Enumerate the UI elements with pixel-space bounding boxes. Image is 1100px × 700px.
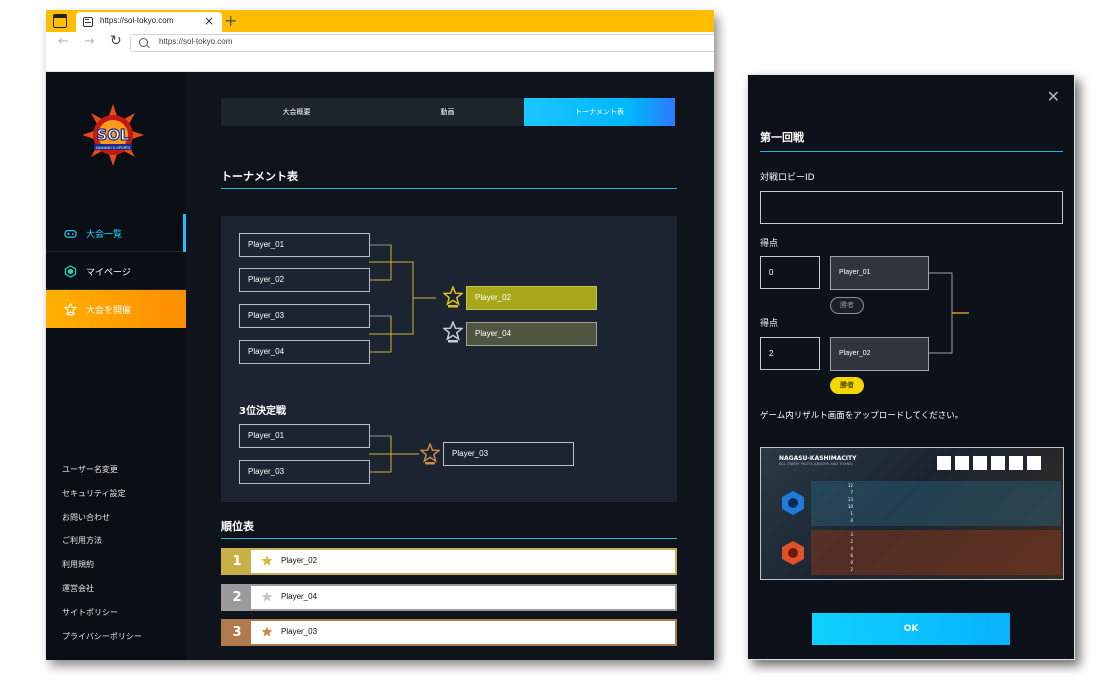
- third-place-title: 3位決定戦: [239, 406, 286, 417]
- page-viewport: SOL SAIKANO E-SPORTS 大会一覧 マイページ 大会を開催 ユー…: [46, 72, 714, 660]
- link-how-to-use[interactable]: ご利用方法: [62, 535, 142, 559]
- sidebar-item-label: 大会一覧: [86, 230, 123, 240]
- star-trophy-icon: [64, 303, 77, 316]
- match-player-slot: Player_01: [830, 256, 929, 290]
- bracket-slot: Player_02: [239, 268, 370, 292]
- score-input[interactable]: 2: [760, 337, 820, 370]
- new-tab-icon[interactable]: +: [224, 11, 237, 31]
- ranking-row-3: 3 Player_03: [221, 619, 677, 646]
- sidebar-item-label: 大会を開催: [86, 306, 132, 316]
- gold-trophy-icon: [443, 286, 463, 308]
- url-text[interactable]: https://sol-tokyo.com: [159, 37, 232, 46]
- tab-videos[interactable]: 動画: [372, 98, 523, 126]
- refresh-icon[interactable]: ↻: [110, 33, 122, 49]
- bracket-slot: Player_01: [239, 424, 370, 448]
- link-site-policy[interactable]: サイトポリシー: [62, 607, 142, 631]
- tab-bar: https://sol-tokyo.com × +: [46, 10, 714, 32]
- sidebar-item-label: マイページ: [86, 268, 131, 278]
- tab-bracket[interactable]: トーナメント表: [524, 98, 675, 126]
- winner-toggle[interactable]: 勝者: [830, 377, 864, 394]
- ranking-row-1: 1 Player_02: [221, 548, 677, 575]
- team-a-scores: 12 7 13 10 1 0: [847, 483, 853, 523]
- section-divider: [760, 151, 1063, 152]
- close-tab-icon[interactable]: ×: [204, 14, 214, 28]
- footer-links: ユーザー名変更 セキュリティ設定 お問い合わせ ご利用方法 利用規約 運営会社 …: [62, 464, 142, 654]
- link-terms[interactable]: 利用規約: [62, 559, 142, 583]
- gamepad-icon: [64, 230, 77, 238]
- address-toolbar: ← → ↻ https://sol-tokyo.com: [46, 32, 714, 72]
- link-privacy-policy[interactable]: プライバシーポリシー: [62, 631, 142, 655]
- tournament-tabs: 大会概要 動画 トーナメント表: [221, 98, 675, 126]
- match-result-modal: ✕ 第一回戦 対戦ロビーID 得点 0 Player_01 勝者 得点 2 Pl…: [747, 74, 1075, 660]
- score-label: 得点: [760, 319, 779, 329]
- rank-number: 1: [223, 550, 251, 573]
- bracket-slot: Player_03: [239, 304, 370, 328]
- bracket-slot: Player_01: [239, 233, 370, 257]
- bracket-section-title: トーナメント表: [221, 170, 298, 183]
- rank-player-name: Player_02: [281, 556, 318, 565]
- browser-tab[interactable]: https://sol-tokyo.com ×: [76, 12, 222, 32]
- sidebar-item-tournaments[interactable]: 大会一覧: [46, 214, 186, 252]
- lobby-id-input[interactable]: [760, 191, 1063, 224]
- rank-player-name: Player_03: [281, 627, 318, 636]
- bronze-trophy-icon: [261, 626, 273, 637]
- link-change-username[interactable]: ユーザー名変更: [62, 464, 142, 488]
- forward-icon[interactable]: →: [84, 34, 95, 49]
- bracket-panel: Player_01 Player_02 Player_03 Player_04 …: [221, 216, 677, 502]
- section-divider: [221, 188, 677, 189]
- third-place-winner-slot: Player_03: [443, 442, 574, 466]
- sidebar-menu: 大会一覧 マイページ 大会を開催: [46, 214, 186, 328]
- search-icon: [139, 38, 148, 47]
- final-winner-slot: Player_02: [466, 286, 597, 310]
- team-b-scores: 3 2 4 6 0 2: [850, 532, 853, 572]
- screenshot-subtitle: KILL ENEMY PILOTS (DEATHS AND TITANS): [779, 462, 853, 466]
- sidebar: SOL SAIKANO E-SPORTS 大会一覧 マイページ 大会を開催 ユー…: [46, 72, 186, 660]
- rank-number: 3: [223, 621, 251, 644]
- score-label: 得点: [760, 239, 779, 249]
- screenshot-map-name: NAGASU-KASHIMACITY: [779, 455, 857, 462]
- bracket-slot: Player_04: [239, 340, 370, 364]
- tab-overview[interactable]: 大会概要: [221, 98, 372, 126]
- link-contact[interactable]: お問い合わせ: [62, 512, 142, 536]
- window-menu-icon[interactable]: [53, 14, 67, 28]
- team-a-emblem-icon: [782, 491, 804, 515]
- page-favicon-icon: [83, 17, 93, 27]
- back-icon[interactable]: ←: [58, 34, 69, 49]
- ranking-row-2: 2 Player_04: [221, 584, 677, 611]
- svg-text:SAIKANO E-SPORTS: SAIKANO E-SPORTS: [96, 146, 132, 150]
- modal-title: 第一回戦: [760, 131, 804, 144]
- final-runnerup-slot: Player_04: [466, 322, 597, 346]
- rank-player-name: Player_04: [281, 592, 318, 601]
- lobby-id-label: 対戦ロビーID: [760, 173, 815, 183]
- browser-window: https://sol-tokyo.com × + ← → ↻ https://…: [46, 10, 714, 660]
- sidebar-item-host-tournament[interactable]: 大会を開催: [46, 290, 186, 328]
- sol-logo[interactable]: SOL SAIKANO E-SPORTS: [80, 102, 146, 168]
- silver-trophy-icon: [261, 591, 273, 602]
- bracket-slot: Player_03: [239, 460, 370, 484]
- section-divider: [221, 538, 677, 539]
- silver-trophy-icon: [443, 321, 463, 343]
- link-company[interactable]: 運営会社: [62, 583, 142, 607]
- address-bar[interactable]: https://sol-tokyo.com: [130, 34, 714, 52]
- match-bracket-lines: [929, 272, 969, 354]
- upload-instruction: ゲーム内リザルト画面をアップロードしてください。: [760, 411, 964, 421]
- link-security-settings[interactable]: セキュリティ設定: [62, 488, 142, 512]
- match-player-slot: Player_02: [830, 337, 929, 371]
- close-icon[interactable]: ✕: [1047, 87, 1060, 106]
- rank-number: 2: [223, 586, 251, 609]
- screenshot-weapon-icons: [937, 456, 1057, 470]
- ranking-section-title: 順位表: [221, 520, 254, 533]
- shield-icon: [64, 265, 77, 278]
- bronze-trophy-icon: [420, 443, 440, 465]
- result-screenshot-upload[interactable]: NAGASU-KASHIMACITY KILL ENEMY PILOTS (DE…: [760, 447, 1064, 580]
- svg-text:SOL: SOL: [96, 126, 130, 144]
- score-input[interactable]: 0: [760, 256, 820, 289]
- gold-trophy-icon: [261, 555, 273, 566]
- winner-toggle[interactable]: 勝者: [830, 297, 864, 314]
- sidebar-item-mypage[interactable]: マイページ: [46, 252, 186, 290]
- team-b-emblem-icon: [782, 541, 804, 565]
- ok-button[interactable]: OK: [812, 613, 1010, 645]
- tab-title: https://sol-tokyo.com: [100, 16, 174, 25]
